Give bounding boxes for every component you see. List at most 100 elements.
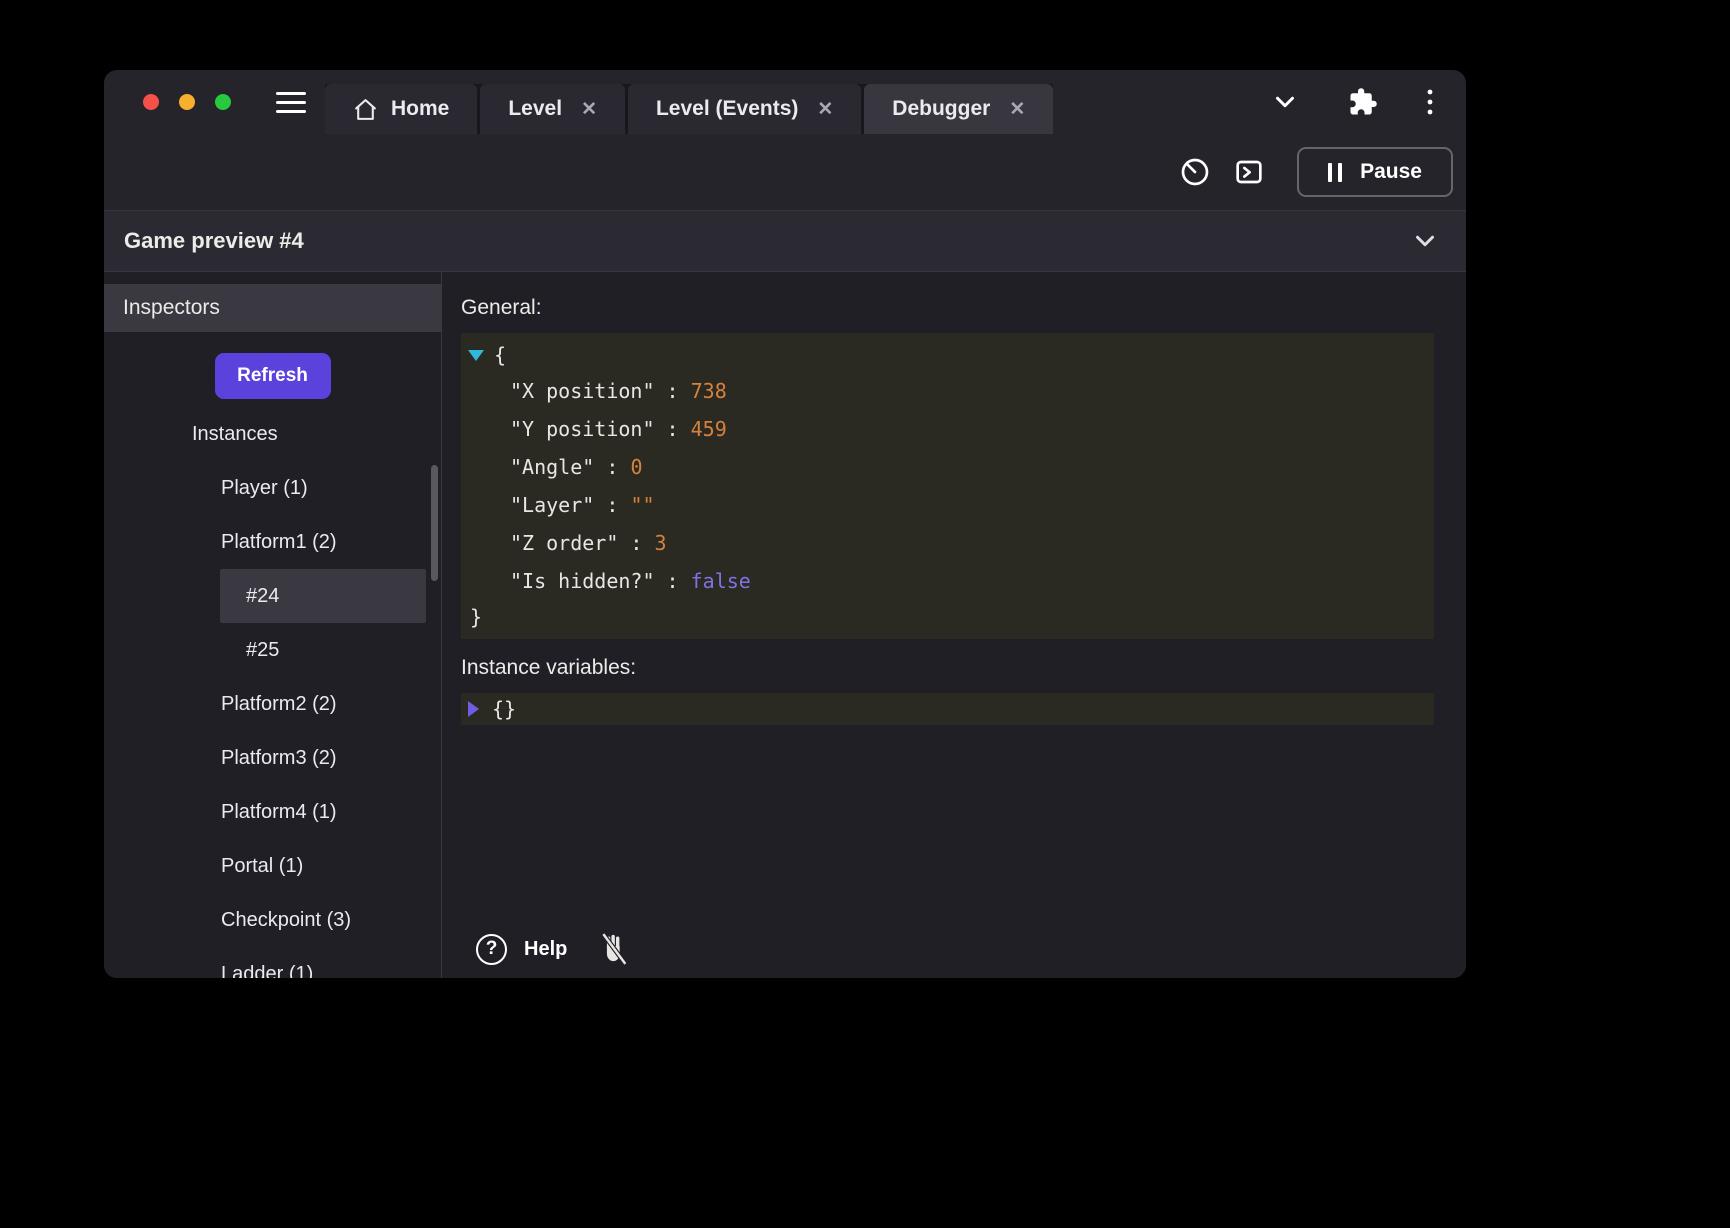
tab-label: Home	[391, 97, 449, 121]
help-button[interactable]: ? Help	[476, 934, 567, 965]
tree-item[interactable]: Player (1)	[104, 461, 441, 515]
tree-item[interactable]: Platform3 (2)	[104, 731, 441, 785]
more-options-button[interactable]	[1426, 87, 1434, 117]
hamburger-icon	[276, 101, 306, 104]
tab-bar: Home ✕ Level ✕ Level (Events) ✕	[325, 84, 1053, 134]
tab[interactable]: Debugger ✕	[864, 84, 1053, 134]
tree-item-label: Instances	[192, 423, 278, 446]
property-separator: :	[655, 417, 691, 441]
pause-button-label: Pause	[1360, 160, 1422, 184]
property-value[interactable]: 3	[655, 531, 667, 555]
tab-close-icon[interactable]: ✕	[581, 100, 597, 119]
profiler-button[interactable]	[1173, 150, 1217, 194]
inspectors-header: Inspectors	[104, 284, 441, 332]
minimize-window-button[interactable]	[179, 94, 195, 110]
zoom-window-button[interactable]	[215, 94, 231, 110]
tabs-overflow-button[interactable]	[1270, 87, 1300, 117]
tab-label: Level (Events)	[656, 97, 798, 121]
debugger-window: Home ✕ Level ✕ Level (Events) ✕	[104, 70, 1466, 978]
tree-item[interactable]: #25	[104, 623, 441, 677]
property-key: Is hidden?	[510, 569, 655, 593]
instance-variables-label: Instance variables:	[461, 656, 1434, 680]
hamburger-icon	[276, 92, 306, 95]
json-close-row: }	[468, 600, 1418, 634]
tree-item[interactable]: Portal (1)	[104, 839, 441, 893]
tab-label: Level	[508, 97, 562, 121]
tree-item-label: Platform3 (2)	[221, 747, 337, 770]
json-property-row: Z order : 3	[468, 524, 1418, 562]
property-value[interactable]: 459	[691, 417, 727, 441]
property-value[interactable]: 0	[630, 455, 642, 479]
chevron-down-icon	[1410, 226, 1440, 256]
tree-item[interactable]: Checkpoint (3)	[104, 893, 441, 947]
home-icon	[353, 97, 378, 122]
tab[interactable]: Level (Events) ✕	[628, 84, 861, 134]
tree-item-label: Ladder (1)	[221, 963, 313, 979]
hand-slash-icon	[597, 932, 631, 966]
tree-item[interactable]: Platform2 (2)	[104, 677, 441, 731]
console-icon	[1233, 156, 1265, 188]
tree-item-label: Checkpoint (3)	[221, 909, 351, 932]
kebab-icon	[1426, 87, 1434, 117]
tab-close-icon[interactable]: ✕	[1009, 100, 1025, 119]
tree-item[interactable]: Platform1 (2)	[104, 515, 441, 569]
close-brace: }	[470, 605, 482, 629]
general-label: General:	[461, 296, 1434, 320]
json-root-row: {	[468, 338, 1418, 372]
general-properties-tree: { X position : 738 Y position : 459 Angl…	[461, 333, 1434, 639]
traffic-lights	[143, 94, 231, 110]
tree-item[interactable]: Instances	[104, 407, 441, 461]
property-key: Y position	[510, 417, 655, 441]
property-separator: :	[655, 379, 691, 403]
tree-item-label: #25	[246, 639, 279, 662]
profiler-icon	[1179, 156, 1211, 188]
inspector-panel: General: { X position : 738 Y position :…	[442, 272, 1466, 978]
tree-item-label: Platform2 (2)	[221, 693, 337, 716]
property-key: Angle	[510, 455, 594, 479]
tree-item-label: Player (1)	[221, 477, 308, 500]
property-separator: :	[594, 455, 630, 479]
property-value[interactable]	[630, 493, 654, 517]
json-property-row: X position : 738	[468, 372, 1418, 410]
instance-variables-tree: {}	[461, 693, 1434, 725]
pause-icon	[1328, 163, 1342, 182]
chevron-down-icon	[1270, 87, 1300, 117]
game-preview-title: Game preview #4	[124, 228, 304, 254]
puzzle-icon	[1348, 87, 1378, 117]
property-value[interactable]: false	[691, 569, 751, 593]
collapse-triangle-icon[interactable]	[468, 350, 484, 361]
help-label: Help	[524, 938, 567, 961]
tab[interactable]: Home ✕	[325, 84, 477, 134]
collapse-preview-button[interactable]	[1410, 226, 1440, 256]
extensions-button[interactable]	[1348, 87, 1378, 117]
property-key: Z order	[510, 531, 618, 555]
pause-button[interactable]: Pause	[1297, 147, 1453, 197]
hamburger-icon	[276, 110, 306, 113]
json-property-row: Y position : 459	[468, 410, 1418, 448]
property-separator: :	[655, 569, 691, 593]
instances-tree: Instances Player (1) Platform1 (2) #24 #…	[104, 407, 441, 978]
property-key: X position	[510, 379, 655, 403]
game-preview-header: Game preview #4	[104, 210, 1466, 272]
tab-close-icon[interactable]: ✕	[817, 100, 833, 119]
tree-item-label: Platform4 (1)	[221, 801, 337, 824]
title-bar-left	[104, 70, 306, 134]
tree-item[interactable]: Ladder (1)	[104, 947, 441, 978]
json-properties: X position : 738 Y position : 459 Angle …	[468, 372, 1418, 600]
expand-triangle-icon[interactable]	[468, 701, 479, 717]
property-value[interactable]: 738	[691, 379, 727, 403]
sidebar-scrollbar[interactable]	[431, 465, 438, 581]
tree-item[interactable]: #24	[220, 569, 426, 623]
close-window-button[interactable]	[143, 94, 159, 110]
tab[interactable]: Level ✕	[480, 84, 625, 134]
open-brace: {	[494, 343, 506, 367]
instance-variables-value: {}	[492, 697, 516, 721]
hand-off-button[interactable]	[597, 932, 631, 966]
json-property-row: Is hidden? : false	[468, 562, 1418, 600]
question-mark-icon: ?	[476, 934, 507, 965]
console-button[interactable]	[1227, 150, 1271, 194]
refresh-button[interactable]: Refresh	[215, 353, 331, 399]
tree-item[interactable]: Platform4 (1)	[104, 785, 441, 839]
tree-item-label: Portal (1)	[221, 855, 303, 878]
main-menu-button[interactable]	[276, 92, 306, 113]
